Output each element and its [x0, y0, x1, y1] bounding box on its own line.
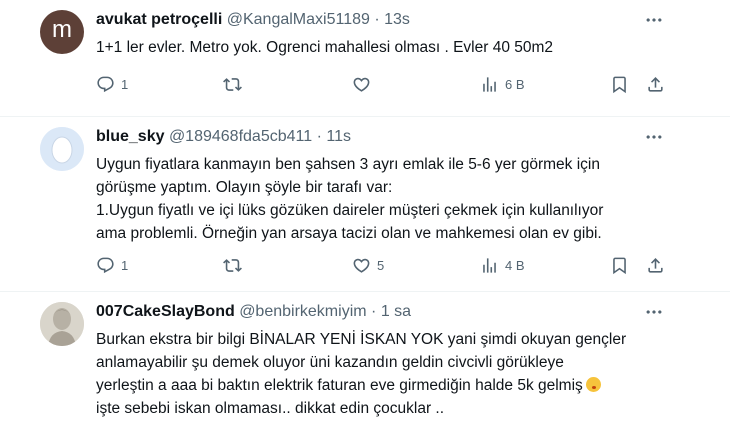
tweet[interactable]: blue_sky @189468fda5cb411 · 11s Uygun fi…: [0, 117, 730, 292]
views-count: 6 B: [505, 76, 525, 92]
tweet-text-line: anlamayabilir şu demek oluyor üni kazand…: [96, 354, 564, 371]
tweet-text: Uygun fiyatlara kanmayın ben şahsen 3 ay…: [96, 153, 686, 245]
reply-button[interactable]: 1: [96, 254, 128, 276]
retweet-icon: [223, 256, 242, 275]
share-button[interactable]: [646, 73, 665, 95]
tweet-text: Burkan ekstra bir bilgi BİNALAR YENİ İSK…: [96, 328, 686, 420]
bookmark-icon: [610, 75, 629, 94]
tweet-header: 007CakeSlayBond @benbirkekmiyim · 1 sa: [96, 302, 411, 322]
bookmark-button[interactable]: [610, 254, 629, 276]
avatar[interactable]: [40, 127, 84, 171]
kissing-face-emoji-icon: [585, 377, 601, 392]
like-count: 5: [377, 257, 385, 273]
like-icon: [352, 75, 371, 94]
timestamp[interactable]: 1 sa: [381, 303, 411, 320]
tweet-text-line: Uygun fiyatlara kanmayın ben şahsen 3 ay…: [96, 156, 600, 173]
separator-dot: ·: [371, 303, 377, 320]
tweet-text-line-content: yerleştin a aaa bi baktın elektrik fatur…: [96, 377, 583, 394]
tweet[interactable]: 007CakeSlayBond @benbirkekmiyim · 1 sa B…: [0, 292, 730, 422]
views-icon: [480, 75, 499, 94]
like-icon: [352, 256, 371, 275]
retweet-button[interactable]: [223, 254, 242, 276]
action-bar: 1 5 4 B: [86, 254, 686, 276]
user-handle[interactable]: @KangalMaxi51189: [227, 11, 370, 28]
views-icon: [480, 256, 499, 275]
display-name[interactable]: blue_sky: [96, 128, 164, 145]
retweet-button[interactable]: [223, 73, 242, 95]
views-count: 4 B: [505, 257, 525, 273]
reply-icon: [96, 256, 115, 275]
action-bar: 1 6 B: [86, 73, 686, 95]
tweet[interactable]: m avukat petroçelli @KangalMaxi51189 · 1…: [0, 0, 730, 117]
tweet-text-line: yerleştin a aaa bi baktın elektrik fatur…: [96, 374, 686, 397]
user-handle[interactable]: @189468fda5cb411: [169, 128, 312, 145]
display-name[interactable]: avukat petroçelli: [96, 11, 222, 28]
avatar[interactable]: [40, 302, 84, 346]
more-icon[interactable]: [644, 302, 664, 322]
egg-avatar-icon: [40, 127, 84, 171]
separator-dot: ·: [316, 128, 322, 145]
timestamp[interactable]: 11s: [326, 128, 351, 145]
reply-count: 1: [121, 257, 129, 273]
user-handle[interactable]: @benbirkekmiyim: [239, 303, 366, 320]
avatar[interactable]: m: [40, 10, 84, 54]
display-name[interactable]: 007CakeSlayBond: [96, 303, 235, 320]
share-icon: [646, 75, 665, 94]
more-icon[interactable]: [644, 10, 664, 30]
like-button[interactable]: [352, 73, 371, 95]
separator-dot: ·: [374, 11, 380, 28]
views-button[interactable]: 4 B: [480, 254, 525, 276]
tweet-text-line: ama problemli. Örneğin yan arsaya tacizi…: [96, 225, 602, 242]
like-button[interactable]: 5: [352, 254, 384, 276]
avatar-letter: m: [52, 16, 72, 43]
reply-button[interactable]: 1: [96, 73, 128, 95]
share-button[interactable]: [646, 254, 665, 276]
statue-avatar-icon: [40, 302, 84, 346]
tweet-text-line: 1.Uygun fiyatlı ve içi lüks gözüken dair…: [96, 202, 604, 219]
tweet-header: avukat petroçelli @KangalMaxi51189 · 13s: [96, 10, 410, 30]
views-button[interactable]: 6 B: [480, 73, 525, 95]
tweet-text-line: işte sebebi iskan olmaması.. dikkat edin…: [96, 400, 445, 417]
tweet-text-line: görüşme yaptım. Olayın şöyle bir tarafı …: [96, 179, 393, 196]
tweet-header: blue_sky @189468fda5cb411 · 11s: [96, 127, 351, 147]
reply-count: 1: [121, 76, 129, 92]
share-icon: [646, 256, 665, 275]
tweet-text-line: 1+1 ler evler. Metro yok. Ogrenci mahall…: [96, 39, 554, 56]
reply-icon: [96, 75, 115, 94]
bookmark-button[interactable]: [610, 73, 629, 95]
retweet-icon: [223, 75, 242, 94]
timestamp[interactable]: 13s: [384, 11, 410, 28]
bookmark-icon: [610, 256, 629, 275]
tweet-text-line: Burkan ekstra bir bilgi BİNALAR YENİ İSK…: [96, 331, 627, 348]
tweet-text: 1+1 ler evler. Metro yok. Ogrenci mahall…: [96, 36, 686, 59]
more-icon[interactable]: [644, 127, 664, 147]
